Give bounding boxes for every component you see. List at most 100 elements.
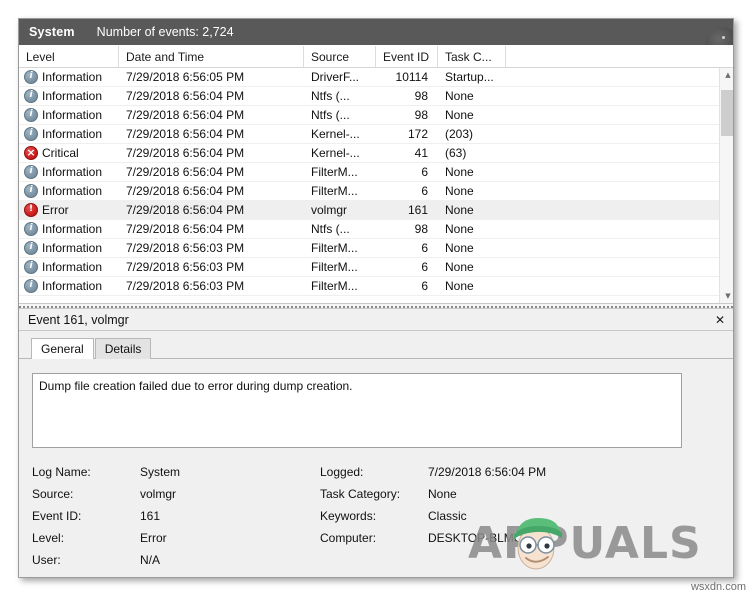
cell-event-id: 6 xyxy=(421,240,428,255)
table-row[interactable]: Information 7/29/2018 6:56:04 PM FilterM..… xyxy=(19,182,733,201)
property-value: None xyxy=(428,487,457,501)
property-label: Computer: xyxy=(320,531,377,545)
error-icon xyxy=(24,203,38,217)
property-value: DESKTOP-BLMOGH8 xyxy=(428,531,548,545)
cell-datetime: 7/29/2018 6:56:04 PM xyxy=(126,145,245,160)
cell-level-label: Information xyxy=(42,221,103,236)
property-label: Source: xyxy=(32,487,74,501)
table-row[interactable]: Information 7/29/2018 6:56:03 PM FilterM..… xyxy=(19,277,733,296)
cell-datetime: 7/29/2018 6:56:04 PM xyxy=(126,183,245,198)
cell-level: Information xyxy=(19,277,119,296)
property-label: Logged: xyxy=(320,465,364,479)
property-label: OpCode: xyxy=(32,575,140,577)
event-detail-title-bar: Event 161, volmgr ✕ xyxy=(19,309,733,331)
scroll-down-arrow-icon[interactable]: ▼ xyxy=(720,289,733,303)
cell-event-id: 6 xyxy=(421,183,428,198)
property-label: User: xyxy=(32,553,61,567)
cell-task-category: None xyxy=(445,259,474,274)
cell-level: Information xyxy=(19,87,119,106)
cell-event-id: 6 xyxy=(421,259,428,274)
table-row[interactable]: Information 7/29/2018 6:56:04 PM Ntfs (...… xyxy=(19,106,733,125)
property-value: System xyxy=(140,465,181,479)
table-row[interactable]: Information 7/29/2018 6:56:04 PM Ntfs (...… xyxy=(19,220,733,239)
cell-level: Information xyxy=(19,163,119,182)
tab-general[interactable]: General xyxy=(31,338,94,359)
table-row[interactable]: Information 7/29/2018 6:56:04 PM FilterM..… xyxy=(19,163,733,182)
information-icon xyxy=(24,184,38,198)
cell-level-label: Information xyxy=(42,278,103,293)
information-icon xyxy=(24,260,38,274)
cell-event-id: 6 xyxy=(421,164,428,179)
column-header-source[interactable]: Source xyxy=(304,46,376,67)
cell-source: volmgr xyxy=(311,202,348,217)
information-icon xyxy=(24,70,38,84)
event-properties-grid: Log Name: System Logged: 7/29/2018 6:56:04 … xyxy=(32,461,725,577)
cell-source: Kernel-... xyxy=(311,145,360,160)
cell-datetime: 7/29/2018 6:56:04 PM xyxy=(126,126,245,141)
information-icon xyxy=(24,108,38,122)
property-label: Event ID: xyxy=(32,509,82,523)
table-row[interactable]: Information 7/29/2018 6:56:04 PM Kernel-..… xyxy=(19,125,733,144)
cell-level: Information xyxy=(19,68,119,87)
event-list-scrollbar[interactable]: ▲ ▼ xyxy=(719,68,733,303)
cell-datetime: 7/29/2018 6:56:04 PM xyxy=(126,221,245,236)
cell-datetime: 7/29/2018 6:56:04 PM xyxy=(126,164,245,179)
cell-level-label: Error xyxy=(42,202,69,217)
scrollbar-thumb[interactable] xyxy=(721,90,733,136)
event-list-pane: Level Date and Time Source Event ID Task C..… xyxy=(19,45,733,303)
property-label: Log Name: xyxy=(32,465,91,479)
property-value: volmgr xyxy=(140,487,177,501)
table-row[interactable]: Information 7/29/2018 6:56:04 PM Ntfs (...… xyxy=(19,87,733,106)
event-message-box[interactable]: Dump file creation failed due to error d… xyxy=(32,373,682,448)
property-label: Task Category: xyxy=(320,487,401,501)
table-row[interactable]: Information 7/29/2018 6:56:05 PM DriverF..… xyxy=(19,68,733,87)
cell-task-category: None xyxy=(445,88,474,103)
cell-event-id: 41 xyxy=(414,145,428,160)
column-header-datetime[interactable]: Date and Time xyxy=(119,46,304,67)
cell-event-id: 98 xyxy=(414,88,428,103)
table-row[interactable]: Error 7/29/2018 6:56:04 PM volmgr 161 None xyxy=(19,201,733,220)
log-name-label: System xyxy=(29,25,75,39)
cell-event-id: 98 xyxy=(414,221,428,236)
cell-source: FilterM... xyxy=(311,259,358,274)
information-icon xyxy=(24,89,38,103)
cell-level-label: Information xyxy=(42,69,103,84)
table-row[interactable]: Critical 7/29/2018 6:56:04 PM Kernel-... 41… xyxy=(19,144,733,163)
column-header-level[interactable]: Level xyxy=(19,46,119,67)
cell-source: Ntfs (... xyxy=(311,88,350,103)
property-row: User: N/A xyxy=(32,549,725,571)
column-header-task_category[interactable]: Task C... xyxy=(438,46,506,67)
column-header-event_id[interactable]: Event ID xyxy=(376,46,438,67)
property-value: N/A xyxy=(140,553,161,567)
cell-datetime: 7/29/2018 6:56:03 PM xyxy=(126,278,245,293)
table-row[interactable]: Information 7/29/2018 6:56:03 PM FilterM..… xyxy=(19,258,733,277)
cell-task-category: None xyxy=(445,202,474,217)
cell-source: DriverF... xyxy=(311,69,359,84)
cell-task-category: None xyxy=(445,183,474,198)
cell-source: Ntfs (... xyxy=(311,107,350,122)
scroll-up-arrow-icon[interactable]: ▲ xyxy=(720,68,733,82)
close-icon[interactable]: ✕ xyxy=(711,311,729,329)
cell-level: Critical xyxy=(19,144,119,163)
screenshot-root: System Number of events: 2,724 Level Date… xyxy=(0,0,752,596)
cell-level-label: Critical xyxy=(42,145,79,160)
event-message-text: Dump file creation failed due to error d… xyxy=(39,379,353,393)
event-detail-title: Event 161, volmgr xyxy=(28,312,129,327)
cell-task-category: None xyxy=(445,278,474,293)
event-detail-pane: Event 161, volmgr ✕ General Details Dump … xyxy=(19,309,733,577)
cell-level: Error xyxy=(19,201,119,220)
property-value: 161 xyxy=(140,509,161,523)
information-icon xyxy=(24,279,38,293)
property-row: Event ID: 161 Keywords: Classic xyxy=(32,505,725,527)
cell-task-category: None xyxy=(445,221,474,236)
event-viewer-window: System Number of events: 2,724 Level Date… xyxy=(18,18,734,578)
cell-task-category: None xyxy=(445,164,474,179)
events-count-label: Number of events: 2,724 xyxy=(96,25,234,39)
cell-datetime: 7/29/2018 6:56:03 PM xyxy=(126,259,245,274)
cell-source: Kernel-... xyxy=(311,126,360,141)
tab-details[interactable]: Details xyxy=(94,338,152,359)
information-icon xyxy=(24,127,38,141)
table-row[interactable]: Information 7/29/2018 6:56:03 PM FilterM..… xyxy=(19,239,733,258)
cell-level-label: Information xyxy=(42,107,103,122)
source-site-label: wsxdn.com xyxy=(690,581,746,593)
